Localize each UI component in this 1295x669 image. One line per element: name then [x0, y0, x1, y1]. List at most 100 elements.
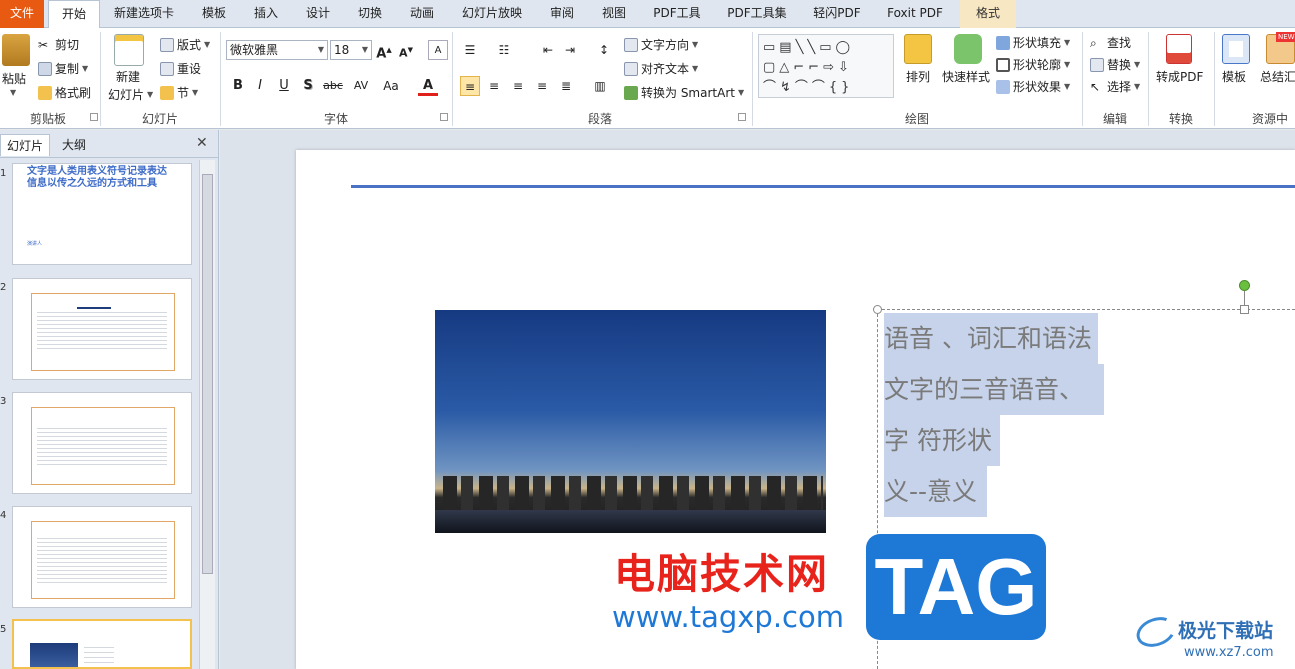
tab-pdf-toolset[interactable]: PDF工具集	[718, 0, 796, 28]
increase-indent-button[interactable]: ⇥	[560, 40, 580, 60]
bold-button[interactable]: B	[228, 76, 248, 96]
align-right-button[interactable]: ≡	[508, 76, 528, 96]
tab-slideshow[interactable]: 幻灯片放映	[452, 0, 532, 28]
chevron-down-icon: ▼	[361, 45, 368, 54]
copy-button[interactable]: 复制 ▼	[38, 60, 88, 77]
slide-text-body[interactable]: 语音 、词汇和语法 文字的三音语音、 字 符形状 义--意义	[884, 313, 1105, 517]
strikethrough-button[interactable]: abc	[322, 76, 344, 96]
quick-styles-button[interactable]: 快速样式	[942, 68, 990, 85]
tab-new-tab[interactable]: 新建选项卡	[104, 0, 184, 28]
new-slide-dropdown[interactable]: 幻灯片 ▼	[108, 86, 153, 103]
resize-handle[interactable]	[1240, 305, 1249, 314]
align-center-button[interactable]: ≡	[484, 76, 504, 96]
new-slide-icon	[114, 34, 144, 66]
shapes-gallery[interactable]: ▭▤╲╲▭◯ ▢△⌐⌐⇨⇩ ⌒↯⌒⌒{}	[758, 34, 894, 98]
cut-button[interactable]: ✂ 剪切	[38, 36, 79, 53]
smartart-button[interactable]: 转换为 SmartArt ▼	[624, 84, 744, 101]
tab-pdf-tools[interactable]: PDF工具	[644, 0, 710, 28]
tab-foxit-pdf[interactable]: Foxit PDF	[878, 0, 952, 28]
chevron-down-icon: ▼	[192, 88, 199, 97]
tab-insert[interactable]: 插入	[244, 0, 288, 28]
clear-format-button[interactable]: A	[428, 40, 448, 60]
close-icon[interactable]: ✕	[196, 135, 208, 151]
tab-format[interactable]: 格式	[960, 0, 1016, 28]
rotate-handle[interactable]	[1239, 280, 1250, 291]
tab-design[interactable]: 设计	[296, 0, 340, 28]
copy-label: 复制	[55, 62, 80, 76]
select-button[interactable]: ↖ 选择 ▼	[1090, 78, 1140, 95]
underline-button[interactable]: U	[274, 76, 294, 96]
shape-effects-button[interactable]: 形状效果 ▼	[996, 78, 1070, 95]
chevron-down-icon: ▼	[692, 40, 699, 49]
template-button[interactable]: 模板	[1222, 68, 1246, 85]
summary-button[interactable]: 总结汇	[1260, 68, 1295, 85]
tab-outline[interactable]: 大纲	[56, 134, 92, 156]
chevron-down-icon: ▼	[317, 45, 324, 54]
find-button[interactable]: ⌕ 查找	[1090, 34, 1131, 51]
shrink-font-button[interactable]: A▼	[396, 40, 416, 60]
slide-thumbnail-3[interactable]	[12, 392, 192, 494]
new-slide-button[interactable]: 新建	[116, 68, 140, 85]
tab-template[interactable]: 模板	[192, 0, 236, 28]
slide-thumbnail-1[interactable]: 文字是人类用表义符号记录表达信息以传之久远的方式和工具 演讲人	[12, 163, 192, 265]
decrease-indent-button[interactable]: ⇤	[538, 40, 558, 60]
panel-scrollbar[interactable]	[199, 160, 215, 669]
font-launcher-icon[interactable]	[440, 113, 448, 121]
align-text-button[interactable]: 对齐文本 ▼	[624, 60, 698, 77]
tab-view[interactable]: 视图	[592, 0, 636, 28]
quick-styles-icon	[954, 34, 982, 64]
reset-button[interactable]: 重设	[160, 60, 201, 77]
section-button[interactable]: 节 ▼	[160, 84, 198, 101]
tab-qingshan-pdf[interactable]: 轻闪PDF	[804, 0, 870, 28]
arrange-label: 排列	[906, 70, 931, 84]
new-slide-label: 新建	[116, 70, 141, 84]
distribute-button[interactable]: ≣	[556, 76, 576, 96]
slide-thumbnail-2[interactable]	[12, 278, 192, 380]
layout-icon	[160, 37, 174, 52]
format-painter-button[interactable]: 格式刷	[38, 84, 91, 101]
cut-label: 剪切	[55, 38, 80, 52]
summary-label: 总结汇	[1260, 70, 1295, 84]
shadow-button[interactable]: S	[298, 76, 318, 96]
numbering-button[interactable]: ☷	[494, 40, 514, 60]
tab-transitions[interactable]: 切换	[348, 0, 392, 28]
chevron-down-icon: ▼	[1134, 60, 1141, 69]
resize-handle[interactable]	[873, 305, 882, 314]
shape-outline-button[interactable]: 形状轮廓 ▼	[996, 56, 1070, 73]
font-size-select[interactable]: 18 ▼	[330, 40, 372, 60]
layout-button[interactable]: 版式 ▼	[160, 36, 210, 53]
tab-animations[interactable]: 动画	[400, 0, 444, 28]
paste-dropdown-icon[interactable]: ▼	[10, 88, 16, 97]
shape-fill-button[interactable]: 形状填充 ▼	[996, 34, 1070, 51]
justify-button[interactable]: ≡	[532, 76, 552, 96]
slide-thumbnail-4[interactable]	[12, 506, 192, 608]
grow-font-button[interactable]: A▲	[374, 40, 394, 61]
tab-review[interactable]: 审阅	[540, 0, 584, 28]
font-name-select[interactable]: 微软雅黑 ▼	[226, 40, 328, 60]
section-label: 节	[177, 86, 190, 100]
arrange-button[interactable]: 排列	[906, 68, 930, 85]
slide-number: 1	[0, 168, 7, 179]
paste-button[interactable]: 粘贴	[2, 70, 26, 87]
align-left-button[interactable]: ≡	[460, 76, 480, 96]
tab-slides[interactable]: 幻灯片	[0, 134, 51, 156]
slide-thumbnail-5-selected[interactable]	[12, 619, 192, 669]
section-icon	[160, 85, 174, 100]
text-direction-button[interactable]: 文字方向 ▼	[624, 36, 698, 53]
slides-panel: 幻灯片 大纲 ✕ 1 文字是人类用表义符号记录表达信息以传之久远的方式和工具 演…	[0, 130, 219, 669]
font-color-button[interactable]: A	[418, 76, 438, 96]
tab-home[interactable]: 开始	[48, 0, 100, 29]
scrollbar-thumb[interactable]	[202, 174, 213, 574]
convert-pdf-button[interactable]: 转成PDF	[1156, 68, 1203, 85]
char-spacing-button[interactable]: AV	[348, 76, 374, 96]
line-spacing-button[interactable]: ↕	[594, 40, 614, 60]
tab-file[interactable]: 文件	[0, 0, 44, 28]
replace-button[interactable]: 替换 ▼	[1090, 56, 1140, 73]
bullets-button[interactable]: ☰	[460, 40, 480, 60]
italic-button[interactable]: I	[250, 76, 270, 96]
paragraph-launcher-icon[interactable]	[738, 113, 746, 121]
change-case-button[interactable]: Aa	[378, 76, 404, 96]
city-skyline-image[interactable]	[435, 310, 826, 533]
clipboard-launcher-icon[interactable]	[90, 113, 98, 121]
columns-button[interactable]: ▥	[590, 76, 610, 96]
